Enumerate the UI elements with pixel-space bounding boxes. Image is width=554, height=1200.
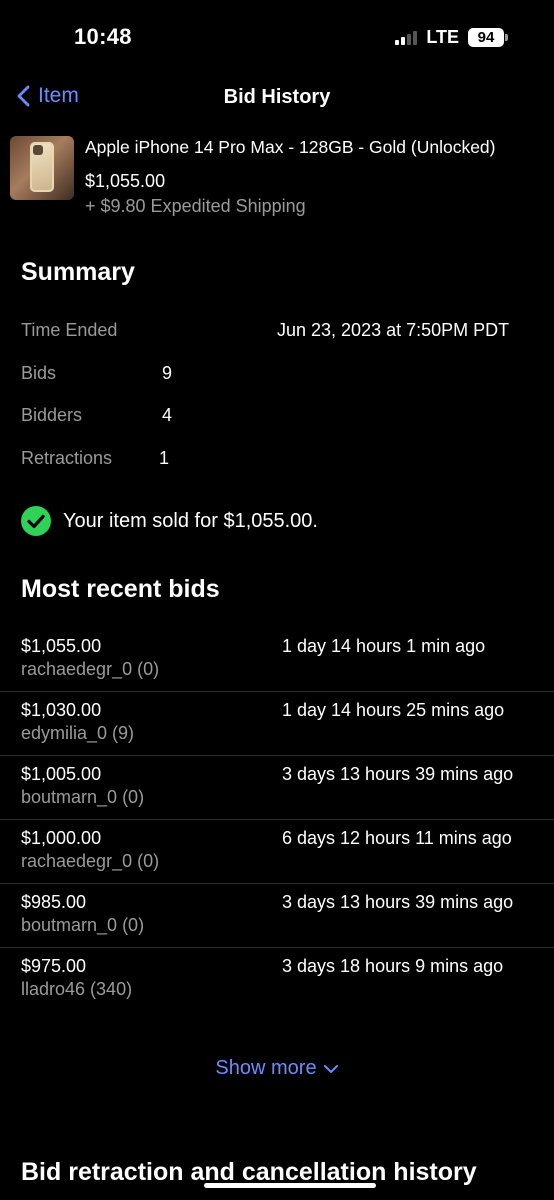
- check-circle-icon: [21, 506, 51, 536]
- item-thumbnail[interactable]: [10, 136, 74, 200]
- bid-row: $1,030.00 edymilia_0 (9) 1 day 14 hours …: [0, 691, 554, 756]
- bid-time: 3 days 13 hours 39 mins ago: [282, 892, 514, 912]
- bid-amount: $985.00: [21, 892, 87, 912]
- home-indicator[interactable]: [204, 1183, 376, 1188]
- battery-level: 94: [468, 28, 504, 47]
- bid-time: 1 day 14 hours 1 min ago: [282, 636, 486, 656]
- bidder-name: rachaedegr_0 (0): [21, 851, 160, 871]
- bid-row: $1,005.00 boutmarn_0 (0) 3 days 13 hours…: [0, 755, 554, 820]
- show-more-label: Show more: [215, 1057, 317, 1079]
- status-indicators: LTE 94: [395, 27, 508, 48]
- bidder-name: edymilia_0 (9): [21, 723, 135, 743]
- recent-bids-heading: Most recent bids: [21, 575, 220, 603]
- bidder-name: boutmarn_0 (0): [21, 787, 145, 807]
- item-title[interactable]: Apple iPhone 14 Pro Max - 128GB - Gold (…: [85, 137, 495, 158]
- bid-row: $1,055.00 rachaedegr_0 (0) 1 day 14 hour…: [0, 627, 554, 692]
- bidders-label: Bidders: [21, 405, 83, 425]
- item-shipping: + $9.80 Expedited Shipping: [85, 196, 306, 216]
- bidder-name: rachaedegr_0 (0): [21, 659, 160, 679]
- bid-amount: $1,005.00: [21, 764, 102, 784]
- bid-row: $975.00 lladro46 (340) 3 days 18 hours 9…: [0, 947, 554, 1011]
- bid-time: 3 days 18 hours 9 mins ago: [282, 956, 504, 976]
- bid-time: 3 days 13 hours 39 mins ago: [282, 764, 514, 784]
- bidder-name: boutmarn_0 (0): [21, 915, 145, 935]
- summary-heading: Summary: [21, 258, 135, 286]
- page-title: Bid History: [223, 86, 331, 108]
- status-time: 10:48: [74, 24, 132, 49]
- show-more-button[interactable]: Show more: [0, 1057, 554, 1080]
- bids-label: Bids: [21, 363, 57, 383]
- bid-amount: $1,055.00: [21, 636, 102, 656]
- bid-amount: $1,030.00: [21, 700, 102, 720]
- signal-icon: [395, 30, 418, 45]
- bid-row: $1,000.00 rachaedegr_0 (0) 6 days 12 hou…: [0, 819, 554, 884]
- battery-icon: 94: [468, 28, 508, 47]
- bids-value: 9: [162, 363, 173, 383]
- time-ended-value: Jun 23, 2023 at 7:50PM PDT: [277, 320, 510, 340]
- bidders-value: 4: [162, 405, 173, 425]
- bid-time: 6 days 12 hours 11 mins ago: [282, 828, 512, 848]
- chevron-down-icon: [323, 1064, 338, 1073]
- bid-amount: $1,000.00: [21, 828, 102, 848]
- time-ended-label: Time Ended: [21, 320, 118, 340]
- bid-time: 1 day 14 hours 25 mins ago: [282, 700, 505, 720]
- sold-status: Your item sold for $1,055.00.: [21, 506, 318, 536]
- item-price: $1,055.00: [85, 171, 166, 191]
- bid-row: $985.00 boutmarn_0 (0) 3 days 13 hours 3…: [0, 883, 554, 948]
- retractions-label: Retractions: [21, 448, 113, 468]
- bidder-name: lladro46 (340): [21, 979, 133, 999]
- bid-amount: $975.00: [21, 956, 87, 976]
- sold-message: Your item sold for $1,055.00.: [63, 509, 318, 532]
- retractions-value: 1: [159, 448, 170, 468]
- network-label: LTE: [426, 27, 459, 47]
